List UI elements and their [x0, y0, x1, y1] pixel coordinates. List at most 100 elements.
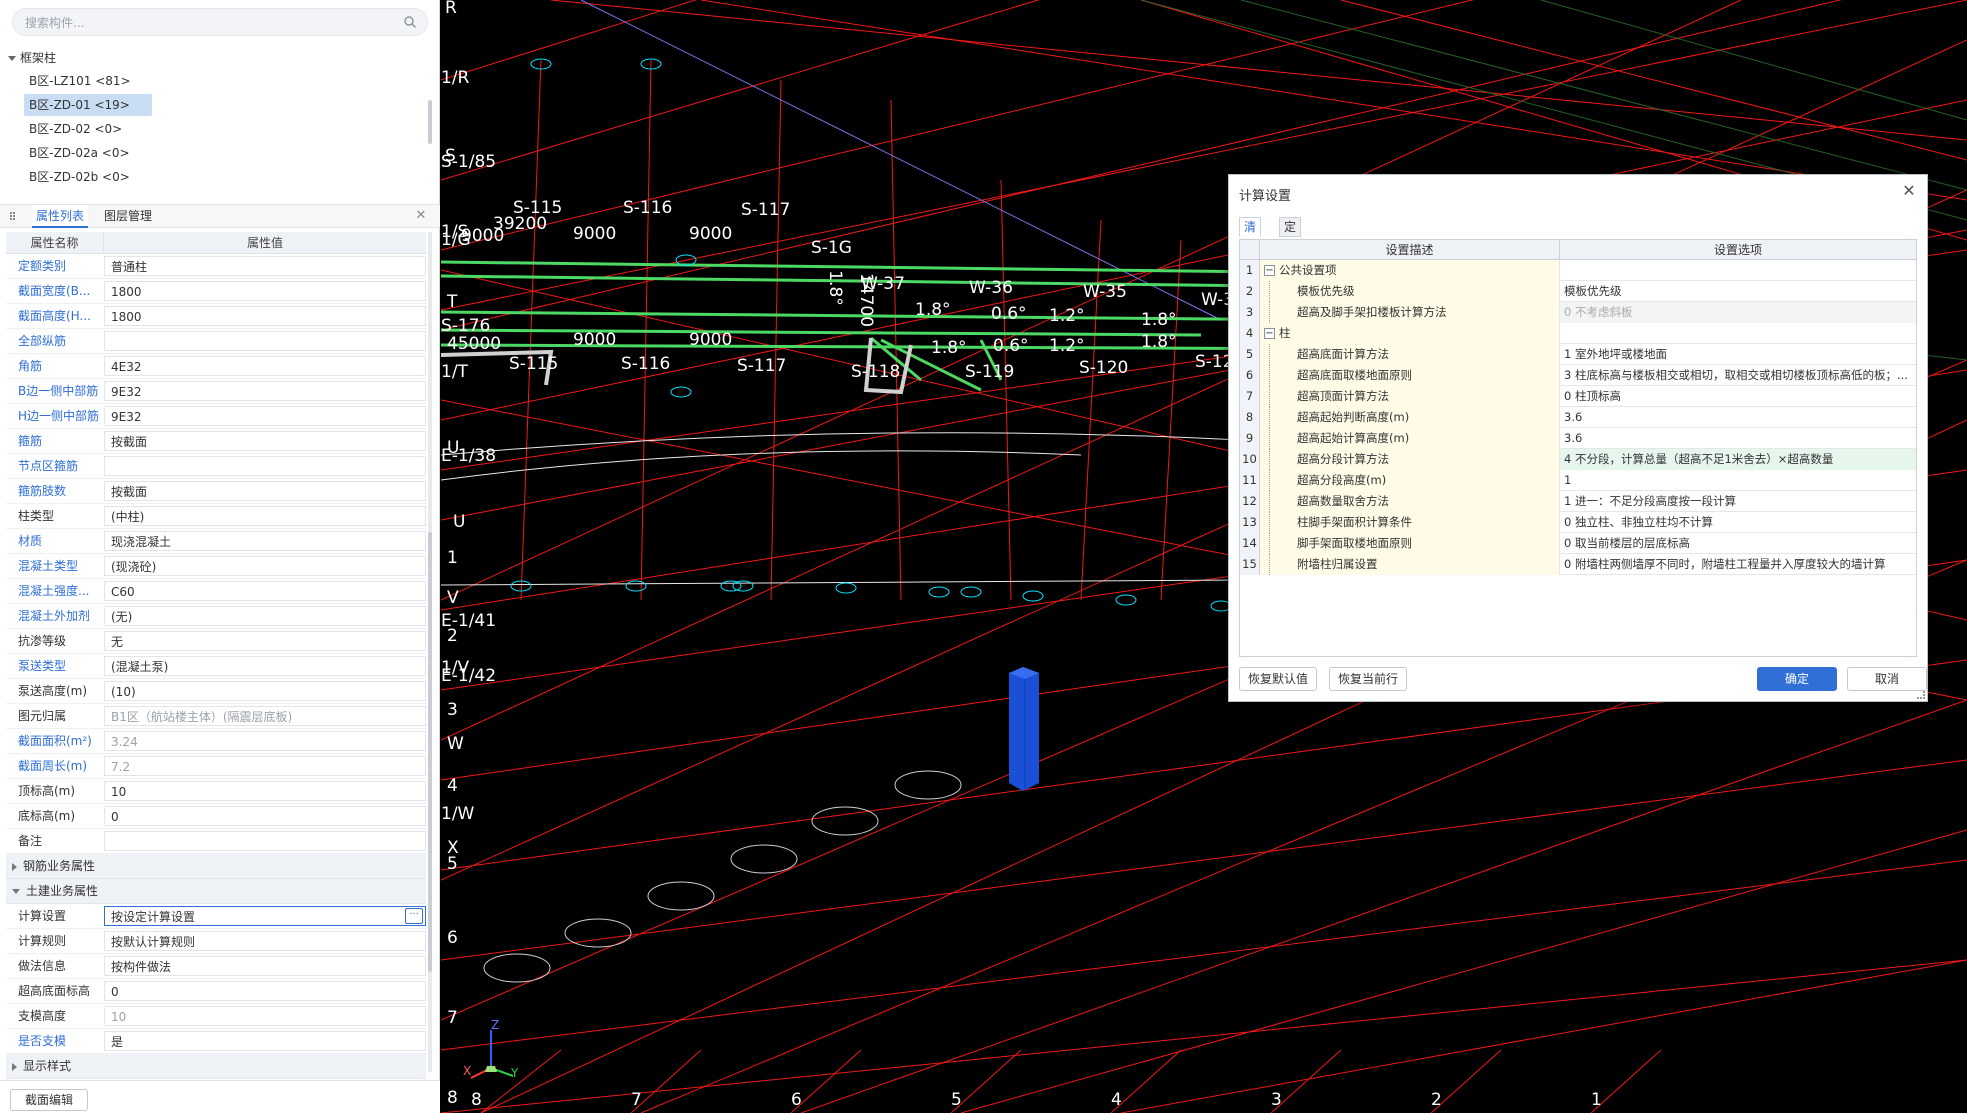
settings-row[interactable]: 6 超高底面取楼地面原则 3 柱底标高与楼板相交或相切，取相交或相切楼板顶标高低的板…	[1240, 365, 1916, 386]
property-row[interactable]: 箍筋 按截面	[6, 429, 426, 454]
tree-scrollbar[interactable]	[428, 100, 432, 144]
property-value[interactable]: 1800	[104, 306, 426, 326]
property-row[interactable]: 箍筋肢数 按截面	[6, 479, 426, 504]
property-row[interactable]: 图元归属 B1区（航站楼主体）(隔震层底板)	[6, 704, 426, 729]
tree-item-selected[interactable]: B区-ZD-01 <19>	[24, 94, 152, 116]
search-input[interactable]	[25, 13, 385, 33]
section-display-style[interactable]: 显示样式	[6, 1054, 426, 1079]
setting-option[interactable]: 4 不分段，计算总量（超高不足1米舍去）×超高数量	[1560, 449, 1916, 470]
property-value[interactable]: 10	[104, 781, 426, 801]
property-value[interactable]	[104, 831, 426, 851]
property-row[interactable]: 定额类别 普通柱	[6, 254, 426, 279]
property-row[interactable]: 截面宽度(B... 1800	[6, 279, 426, 304]
drag-grip-icon[interactable]	[10, 211, 16, 223]
setting-option[interactable]: 0 独立柱、非独立柱均不计算	[1560, 512, 1916, 533]
setting-option[interactable]: 1 室外地坪或楼地面	[1560, 344, 1916, 365]
property-row[interactable]: 全部纵筋	[6, 329, 426, 354]
property-row[interactable]: 是否支模 是	[6, 1029, 426, 1054]
tree-item[interactable]: B区-LZ101 <81>	[24, 70, 136, 92]
property-value[interactable]: 现浇混凝土	[104, 531, 426, 551]
tab-layer-management[interactable]: 图层管理	[100, 205, 156, 228]
property-value[interactable]: 3.24	[104, 731, 426, 751]
property-row[interactable]: H边一侧中部筋 9E32	[6, 404, 426, 429]
resize-grip-icon[interactable]	[1917, 691, 1925, 699]
settings-row[interactable]: 12 超高数量取舍方法 1 进一：不足分段高度按一段计算	[1240, 491, 1916, 512]
property-row[interactable]: 截面面积(m²) 3.24	[6, 729, 426, 754]
setting-option[interactable]: 0 取当前楼层的层底标高	[1560, 533, 1916, 554]
property-row[interactable]: 泵送类型 (混凝土泵)	[6, 654, 426, 679]
settings-row[interactable]: 7 超高顶面计算方法 0 柱顶标高	[1240, 386, 1916, 407]
setting-option[interactable]	[1560, 260, 1916, 281]
chevron-right-icon[interactable]	[12, 862, 17, 871]
tree-item[interactable]: B区-ZD-02b <0>	[24, 166, 135, 188]
more-icon[interactable]: ···	[405, 908, 423, 924]
property-value[interactable]: 1800	[104, 281, 426, 301]
section-rebar-properties[interactable]: 钢筋业务属性	[6, 854, 426, 879]
property-row[interactable]: 底标高(m) 0	[6, 804, 426, 829]
collapse-icon[interactable]: −	[1264, 265, 1275, 276]
property-row[interactable]: 泵送高度(m) (10)	[6, 679, 426, 704]
property-value[interactable]: (混凝土泵)	[104, 656, 426, 676]
section-civil-properties[interactable]: 土建业务属性	[6, 879, 426, 904]
tree-item[interactable]: B区-ZD-02a <0>	[24, 142, 135, 164]
setting-option[interactable]	[1560, 323, 1916, 344]
property-row[interactable]: 柱类型 (中柱)	[6, 504, 426, 529]
search-icon[interactable]	[403, 15, 417, 29]
property-scrollbar[interactable]	[428, 232, 432, 1072]
property-row[interactable]: 计算规则 按默认计算规则	[6, 929, 426, 954]
property-row[interactable]: 截面周长(m) 7.2	[6, 754, 426, 779]
chevron-down-icon[interactable]	[8, 56, 16, 61]
property-value[interactable]: C60	[104, 581, 426, 601]
tab-quota[interactable]: 定额	[1279, 217, 1302, 252]
setting-option[interactable]: 3.6	[1560, 428, 1916, 449]
restore-default-button[interactable]: 恢复默认值	[1239, 667, 1318, 691]
property-value[interactable]: 9E32	[104, 381, 426, 401]
setting-option[interactable]: 3.6	[1560, 407, 1916, 428]
tree-item[interactable]: B区-ZD-02 <0>	[24, 118, 127, 140]
property-row[interactable]: 计算设置 按设定计算设置 ···	[6, 904, 426, 929]
property-row[interactable]: 顶标高(m) 10	[6, 779, 426, 804]
setting-option[interactable]: 1	[1560, 470, 1916, 491]
settings-row[interactable]: 10 超高分段计算方法 4 不分段，计算总量（超高不足1米舍去）×超高数量	[1240, 449, 1916, 470]
property-row[interactable]: 截面高度(H... 1800	[6, 304, 426, 329]
cancel-button[interactable]: 取消	[1847, 667, 1927, 691]
setting-option[interactable]: 0 不考虑斜板	[1560, 302, 1916, 323]
property-value[interactable]	[104, 456, 426, 476]
settings-row[interactable]: 11 超高分段高度(m) 1	[1240, 470, 1916, 491]
property-row[interactable]: 备注	[6, 829, 426, 854]
settings-row[interactable]: 4− 柱	[1240, 323, 1916, 344]
property-value[interactable]: 按构件做法	[104, 956, 426, 976]
property-row[interactable]: 支模高度 10	[6, 1004, 426, 1029]
close-icon[interactable]: ✕	[1901, 183, 1917, 199]
collapse-icon[interactable]: −	[1264, 328, 1275, 339]
settings-row[interactable]: 2 模板优先级 模板优先级	[1240, 281, 1916, 302]
property-value[interactable]: 是	[104, 1031, 426, 1051]
property-value[interactable]: 4E32	[104, 356, 426, 376]
property-value[interactable]: 普通柱	[104, 256, 426, 276]
property-value[interactable]: (10)	[104, 681, 426, 701]
tab-bill[interactable]: 清单	[1239, 217, 1262, 252]
chevron-right-icon[interactable]	[12, 1062, 17, 1071]
setting-option[interactable]: 0 附墙柱两侧墙厚不同时，附墙柱工程量并入厚度较大的墙计算	[1560, 554, 1916, 575]
settings-row[interactable]: 5 超高底面计算方法 1 室外地坪或楼地面	[1240, 344, 1916, 365]
tree-group-frame-column[interactable]: 框架柱	[8, 48, 56, 68]
property-value[interactable]: 7.2	[104, 756, 426, 776]
property-value[interactable]: 按截面	[104, 431, 426, 451]
property-row[interactable]: 节点区箍筋	[6, 454, 426, 479]
close-icon[interactable]: ✕	[414, 209, 428, 223]
search-box[interactable]	[12, 8, 428, 36]
setting-option[interactable]: 1 进一：不足分段高度按一段计算	[1560, 491, 1916, 512]
property-value[interactable]: 0	[104, 806, 426, 826]
property-value[interactable]: 0	[104, 981, 426, 1001]
setting-option[interactable]: 3 柱底标高与楼板相交或相切，取相交或相切楼板顶标高低的板；...	[1560, 365, 1916, 386]
property-value[interactable]: 9E32	[104, 406, 426, 426]
property-row[interactable]: 做法信息 按构件做法	[6, 954, 426, 979]
setting-option[interactable]: 模板优先级	[1560, 281, 1916, 302]
settings-row[interactable]: 8 超高起始判断高度(m) 3.6	[1240, 407, 1916, 428]
property-row[interactable]: 混凝土外加剂 (无)	[6, 604, 426, 629]
property-row[interactable]: 材质 现浇混凝土	[6, 529, 426, 554]
property-value[interactable]: 10	[104, 1006, 426, 1026]
property-row[interactable]: 混凝土强度... C60	[6, 579, 426, 604]
section-edit-button[interactable]: 截面编辑	[10, 1089, 88, 1111]
chevron-down-icon[interactable]	[12, 889, 20, 894]
